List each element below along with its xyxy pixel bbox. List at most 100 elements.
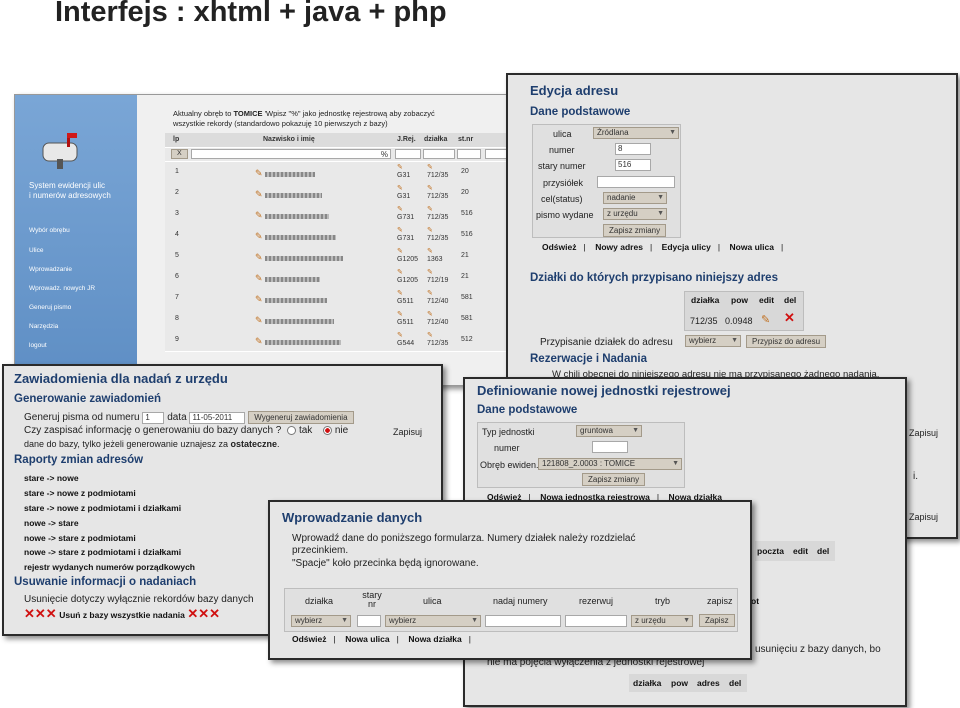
radio-nie[interactable] [323, 425, 333, 435]
pencil-icon[interactable]: ✎ [427, 184, 433, 192]
obreb-select[interactable]: 121808_2.0003 : TOMICE ▼ [538, 458, 682, 470]
zapisuj-link[interactable]: Zapisuj [393, 427, 422, 437]
assign-select[interactable]: wybierz ▼ [685, 335, 741, 347]
radio-tak[interactable] [287, 425, 297, 435]
report-link-1[interactable]: stare -> nowe [24, 473, 79, 483]
filter-row: X % [165, 148, 515, 162]
wprowadzanie-title: Wprowadzanie danych [282, 510, 423, 525]
pencil-icon[interactable]: ✎ [427, 268, 433, 276]
report-link-5[interactable]: nowe -> stare z podmiotami [24, 533, 136, 543]
filter-dzialka-input[interactable] [423, 149, 455, 159]
pencil-icon[interactable]: ✎ [397, 226, 403, 234]
pencil-icon[interactable]: ✎ [427, 247, 433, 255]
numer-input[interactable]: 8 [615, 143, 651, 155]
pencil-icon[interactable]: ✎ [397, 289, 403, 297]
odswiez-link[interactable]: Odśwież [292, 634, 326, 644]
zapisuj-link-1[interactable]: Zapisuj [909, 428, 938, 438]
ulica-select[interactable]: wybierz ▼ [385, 615, 481, 627]
table-row[interactable]: 8 ✎ ✎ G511 ✎ 712/40 581 [165, 309, 515, 331]
wprowadzanie-links: Odśwież | Nowa ulica | Nowa działka | [292, 634, 471, 644]
filter-name-input[interactable]: % [191, 149, 391, 159]
wygeneruj-button[interactable]: Wygeneruj zawiadomienia [248, 411, 354, 424]
zapisz-button[interactable]: Zapisz [699, 614, 735, 627]
pencil-icon[interactable]: ✎ [427, 331, 433, 339]
rezerwuj-input[interactable] [565, 615, 627, 627]
pencil-icon[interactable]: ✎ [397, 247, 403, 255]
menu-ulice[interactable]: Ulice [29, 247, 43, 254]
nowa-dzialka-link[interactable]: Nowa działka [408, 634, 461, 644]
cell-jr: G1205 [397, 277, 419, 284]
filter-stnr-input[interactable] [457, 149, 481, 159]
pow-cell: 0.0948 [725, 316, 753, 326]
numer-input[interactable] [592, 441, 628, 453]
assign-button[interactable]: Przypisz do adresu [746, 335, 827, 348]
przysiolek-input[interactable] [597, 176, 675, 188]
menu-wybor-obrebu[interactable]: Wybór obrębu [29, 227, 70, 234]
cel-status-select[interactable]: nadanie ▼ [603, 192, 667, 204]
cell-name-redacted: ✎ [255, 231, 336, 242]
cell-lp: 4 [175, 231, 179, 238]
pencil-icon[interactable]: ✎ [427, 226, 433, 234]
ulica-select[interactable]: Źródlana ▼ [593, 127, 679, 139]
zapisuj-link-2[interactable]: Zapisuj [909, 512, 938, 522]
report-link-4[interactable]: nowe -> stare [24, 518, 79, 528]
report-link-6[interactable]: nowe -> stare z podmiotami i działkami [24, 547, 181, 557]
nowa-ulica-link[interactable]: Nowa ulica [345, 634, 389, 644]
pencil-icon[interactable]: ✎ [397, 268, 403, 276]
data-input[interactable]: 11-05-2011 [189, 411, 246, 424]
pismo-wydane-select[interactable]: z urzędu ▼ [603, 208, 667, 220]
cell-jr: G31 [397, 193, 411, 200]
table-row[interactable]: 5 ✎ ✎ G1205 ✎ 1363 21 [165, 246, 515, 268]
menu-wprowadz-nowych-jr[interactable]: Wprowadz. nowych JR [29, 285, 95, 292]
menu-wprowadzanie[interactable]: Wprowadzanie [29, 266, 72, 273]
table-row[interactable]: 6 ✎ ✎ G1205 ✎ 712/19 21 [165, 267, 515, 289]
pencil-icon[interactable]: ✎ [427, 289, 433, 297]
pencil-icon[interactable]: ✎ [397, 163, 403, 171]
table-row[interactable]: 3 ✎ ✎ G731 ✎ 712/35 516 [165, 204, 515, 226]
nowa-ulica-link[interactable]: Nowa ulica [730, 242, 774, 252]
pencil-icon[interactable]: ✎ [397, 205, 403, 213]
fragment-ot: ot [751, 596, 760, 606]
odswiez-link[interactable]: Odśwież [542, 242, 576, 252]
pencil-icon[interactable]: ✎ [427, 310, 433, 318]
table-row[interactable]: 2 ✎ ✎ G31 ✎ 712/35 20 [165, 183, 515, 205]
pencil-icon[interactable]: ✎ [761, 313, 770, 326]
chevron-down-icon: ▼ [731, 337, 738, 344]
definiowanie-section: Dane podstawowe [477, 404, 578, 416]
report-link-3[interactable]: stare -> nowe z podmiotami i działkami [24, 503, 181, 513]
typ-select[interactable]: gruntowa ▼ [576, 425, 642, 437]
dzialki-table: działka pow edit del 712/35 0.0948 ✎ ✕ [684, 291, 804, 331]
table-row[interactable]: 1 ✎ ✎ G31 ✎ 712/35 20 [165, 162, 515, 184]
menu-generuj-pismo[interactable]: Generuj pismo [29, 304, 71, 311]
pencil-icon[interactable]: ✎ [427, 163, 433, 171]
definiowanie-save-button[interactable]: Zapisz zmiany [582, 473, 646, 486]
edycja-form: ulica Źródlana ▼ numer 8 stary numer 516 … [532, 124, 681, 238]
tryb-select[interactable]: z urzędu ▼ [631, 615, 693, 627]
table-row[interactable]: 9 ✎ ✎ G544 ✎ 712/35 512 [165, 330, 515, 352]
zapis-question-row: Czy zaspisać informację o generowaniu do… [24, 425, 349, 436]
cell-dzialka: 712/40 [427, 298, 449, 305]
pencil-icon[interactable]: ✎ [397, 184, 403, 192]
stary-nr-input[interactable] [357, 615, 381, 627]
generuj-number-input[interactable]: 1 [142, 411, 165, 424]
table-row[interactable]: 4 ✎ ✎ G731 ✎ 712/35 516 [165, 225, 515, 247]
report-link-7[interactable]: rejestr wydanych numerów porządkowych [24, 562, 195, 572]
stary-numer-input[interactable]: 516 [615, 159, 651, 171]
edycja-ulicy-link[interactable]: Edycja ulicy [662, 242, 711, 252]
filter-jr-input[interactable] [395, 149, 421, 159]
edycja-save-button[interactable]: Zapisz zmiany [603, 224, 667, 237]
report-link-2[interactable]: stare -> nowe z podmiotami [24, 488, 136, 498]
filter-clear-button[interactable]: X [171, 149, 188, 159]
pencil-icon[interactable]: ✎ [427, 205, 433, 213]
table-row[interactable]: 7 ✎ ✎ G511 ✎ 712/40 581 [165, 288, 515, 310]
dzialka-select[interactable]: wybierz ▼ [291, 615, 351, 627]
fragment-text-1: usunięciu z bazy danych, bo [755, 644, 881, 655]
pencil-icon[interactable]: ✎ [397, 331, 403, 339]
menu-narzedzia[interactable]: Narzędzia [29, 323, 58, 330]
pencil-icon[interactable]: ✎ [397, 310, 403, 318]
nadaj-numery-input[interactable] [485, 615, 561, 627]
usun-button[interactable]: Usuń z bazy wszystkie nadania [59, 610, 185, 620]
menu-logout[interactable]: logout [29, 342, 47, 349]
nowy-adres-link[interactable]: Nowy adres [595, 242, 643, 252]
delete-x-icon[interactable]: ✕ [784, 310, 795, 326]
